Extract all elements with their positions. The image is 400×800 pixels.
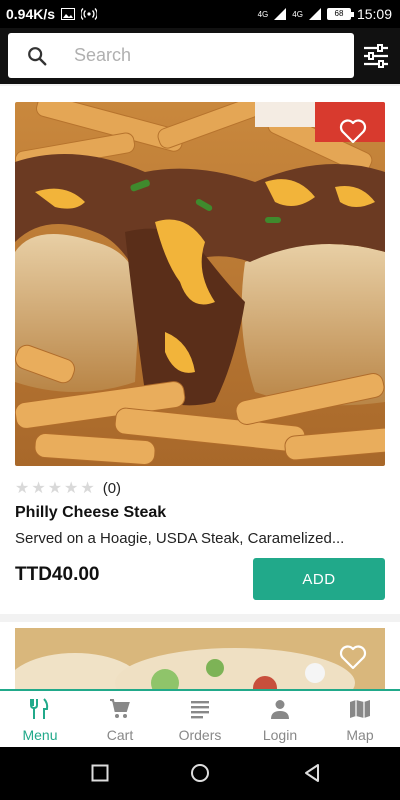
item-description: Served on a Hoagie, USDA Steak, Carameli… [15,530,345,547]
clock: 15:09 [356,6,392,22]
back-icon[interactable] [302,763,322,783]
image-icon [61,8,76,20]
person-icon [271,700,289,719]
map-icon [350,700,370,718]
food-image[interactable] [15,628,385,689]
rating-row: ★ ★ ★ ★ ★ (0) [15,480,121,497]
menu-item-card[interactable] [0,622,400,689]
nav-label-login: Login [262,727,298,743]
nav-item-cart[interactable]: Cart [80,691,160,747]
filter-icon[interactable] [362,42,390,70]
add-to-cart-button[interactable]: ADD [253,558,385,600]
status-left: 0.94K/s [6,6,98,22]
item-title[interactable]: Philly Cheese Steak [15,504,166,522]
food-image[interactable] [15,102,385,466]
nav-label-orders: Orders [178,727,222,743]
signal-icon [274,8,287,20]
nav-label-map: Map [346,727,374,743]
search-box[interactable] [8,33,354,78]
bottom-nav: Menu Cart Orders Login Map [0,689,400,747]
nav-item-map[interactable]: Map [320,691,400,747]
search-icon [28,46,47,65]
favorite-heart-icon[interactable] [339,644,367,670]
signal-label-1: 4G [257,9,269,19]
search-header [0,28,400,84]
fork-knife-icon [30,698,49,719]
hotspot-icon [81,8,98,20]
nav-label-cart: Cart [106,727,134,743]
star-icon: ★ [64,479,79,497]
item-price: TTD40.00 [15,564,100,585]
menu-item-card[interactable]: ★ ★ ★ ★ ★ (0) Philly Cheese Steak Served… [0,86,400,614]
nav-item-login[interactable]: Login [240,691,320,747]
system-nav-bar [0,747,400,800]
menu-list[interactable]: ★ ★ ★ ★ ★ (0) Philly Cheese Steak Served… [0,84,400,689]
home-icon[interactable] [190,763,210,783]
star-icon: ★ [31,479,46,497]
recents-icon[interactable] [90,763,110,783]
nav-item-menu[interactable]: Menu [0,691,80,747]
star-icon: ★ [15,479,30,497]
cart-icon [110,699,130,718]
favorite-heart-icon[interactable] [339,118,367,144]
star-icon: ★ [47,479,63,497]
signal-label-2: 4G [292,9,303,19]
search-input[interactable] [74,45,324,66]
nav-item-orders[interactable]: Orders [160,691,240,747]
list-icon [191,701,209,719]
rating-count: (0) [102,480,122,497]
signal-icon [308,8,321,20]
status-bar: 0.94K/s 4G 4G 68 15:09 [0,0,400,28]
nav-label-menu: Menu [22,727,58,743]
network-speed: 0.94K/s [6,6,56,22]
battery-icon: 68 [326,8,354,20]
status-right: 4G 4G 68 15:09 [258,6,392,22]
star-icon: ★ [80,479,95,497]
